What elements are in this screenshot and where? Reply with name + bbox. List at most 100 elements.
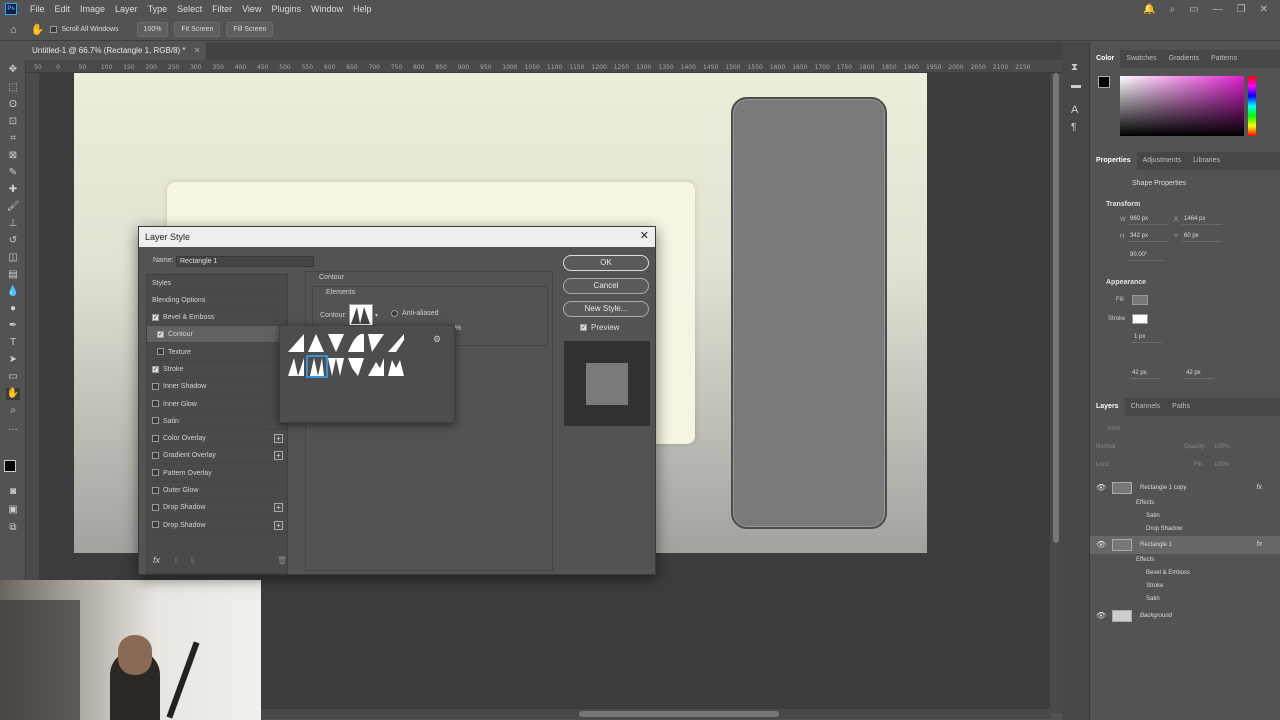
- kind-filter[interactable]: Kind: [1108, 426, 1120, 432]
- history-icon[interactable]: ⧗: [1071, 62, 1078, 73]
- type-tool-icon[interactable]: T: [6, 337, 20, 349]
- contour-preset-gaussian[interactable]: [388, 334, 404, 352]
- layer-effect-row[interactable]: Satin: [1090, 593, 1280, 606]
- visibility-eye-icon[interactable]: 👁: [1096, 536, 1106, 554]
- style-item-checkbox[interactable]: [152, 434, 159, 442]
- menu-view[interactable]: View: [237, 0, 266, 18]
- move-tool-icon[interactable]: ✥: [6, 64, 20, 76]
- style-item-checkbox[interactable]: [152, 417, 159, 425]
- quick-mask-icon[interactable]: ◙: [6, 486, 20, 498]
- style-item-contour[interactable]: ✓ Contour: [147, 326, 287, 344]
- delete-effect-icon[interactable]: 🗑: [277, 556, 287, 565]
- gradient-tool-icon[interactable]: ▤: [6, 269, 20, 281]
- style-item-checkbox[interactable]: [152, 400, 159, 408]
- x-field[interactable]: 1464 px: [1182, 214, 1222, 225]
- cancel-button[interactable]: Cancel: [563, 278, 649, 294]
- stroke-swatch[interactable]: [1132, 314, 1148, 324]
- menu-layer[interactable]: Layer: [110, 0, 143, 18]
- more-tools-icon[interactable]: …: [6, 422, 20, 434]
- add-effect-icon[interactable]: +: [274, 434, 283, 444]
- corner-radius-2-field[interactable]: 42 px: [1184, 368, 1214, 379]
- frame-tool-icon[interactable]: ⊠: [6, 150, 20, 162]
- tab-gradients[interactable]: Gradients: [1163, 50, 1205, 68]
- style-item-drop-shadow[interactable]: Drop Shadow +: [147, 499, 287, 517]
- paragraph-icon[interactable]: ¶: [1071, 122, 1076, 133]
- horizontal-scroll-thumb[interactable]: [579, 711, 779, 717]
- height-field[interactable]: 342 px: [1128, 231, 1168, 242]
- eraser-tool-icon[interactable]: ◫: [6, 252, 20, 264]
- workspace-icon[interactable]: ▭: [1189, 4, 1198, 15]
- style-item-checkbox[interactable]: ✓: [157, 330, 164, 338]
- history-brush-icon[interactable]: ↺: [6, 235, 20, 247]
- style-item-color-overlay[interactable]: Color Overlay +: [147, 430, 287, 448]
- style-item-checkbox[interactable]: [152, 486, 159, 494]
- tab-layers[interactable]: Layers: [1090, 398, 1125, 416]
- path-select-icon[interactable]: ➤: [6, 354, 20, 366]
- tab-color[interactable]: Color: [1090, 50, 1121, 68]
- search-icon[interactable]: ⌕: [1170, 4, 1176, 15]
- fill-swatch[interactable]: [1132, 295, 1148, 305]
- tab-swatches[interactable]: Swatches: [1120, 50, 1162, 68]
- marquee-tool-icon[interactable]: ⬚: [6, 82, 20, 94]
- visibility-eye-icon[interactable]: 👁: [1096, 606, 1106, 626]
- healing-brush-icon[interactable]: ✚: [6, 184, 20, 196]
- tab-adjustments[interactable]: Adjustments: [1137, 152, 1188, 170]
- style-item-stroke[interactable]: ✓ Stroke: [147, 361, 287, 378]
- pen-tool-icon[interactable]: ✒: [6, 320, 20, 332]
- contour-preset-cove-shallow[interactable]: [368, 334, 384, 352]
- close-tab-icon[interactable]: ✕: [194, 46, 201, 55]
- contour-preset-sawtooth[interactable]: [388, 360, 404, 376]
- dialog-title-bar[interactable]: Layer Style: [139, 227, 655, 247]
- layer-effect-row[interactable]: Bevel & Emboss: [1090, 567, 1280, 580]
- tab-paths[interactable]: Paths: [1166, 398, 1196, 416]
- contour-preview-thumbnail[interactable]: [349, 304, 373, 326]
- add-effect-icon[interactable]: +: [274, 503, 283, 513]
- home-icon[interactable]: ⌂: [10, 24, 17, 36]
- color-picker-field[interactable]: [1120, 76, 1244, 136]
- document-tab[interactable]: Untitled-1 @ 66.7% (Rectangle 1, RGB/8) …: [26, 42, 207, 60]
- fg-color-swatch[interactable]: [1098, 76, 1110, 88]
- contour-preset-ring-double[interactable]: [328, 358, 344, 376]
- contour-preset-cone[interactable]: [308, 334, 324, 352]
- stamp-tool-icon[interactable]: ⊥: [6, 218, 20, 230]
- style-item-satin[interactable]: Satin: [147, 413, 287, 430]
- hand-tool-icon[interactable]: ✋: [6, 388, 20, 400]
- style-item-pattern-overlay[interactable]: Pattern Overlay: [147, 465, 287, 482]
- share-icon[interactable]: ⧉: [6, 522, 20, 534]
- style-item-checkbox[interactable]: [152, 382, 159, 390]
- close-icon[interactable]: ✕: [1260, 4, 1268, 15]
- style-item-gradient-overlay[interactable]: Gradient Overlay +: [147, 447, 287, 465]
- layer-effect-row[interactable]: Effects: [1090, 554, 1280, 567]
- contour-preset-cone-inverted[interactable]: [328, 334, 344, 352]
- move-down-icon[interactable]: ⇩: [189, 556, 196, 565]
- contour-preset-cove-deep[interactable]: [348, 333, 364, 352]
- menu-plugins[interactable]: Plugins: [266, 0, 306, 18]
- layer-row[interactable]: 👁 Rectangle 1 fx: [1090, 536, 1280, 554]
- lasso-tool-icon[interactable]: ʘ: [6, 99, 20, 111]
- bell-icon[interactable]: 🔔: [1143, 4, 1155, 15]
- angle-field[interactable]: 90.00°: [1128, 250, 1164, 261]
- style-item-checkbox[interactable]: ✓: [152, 313, 159, 321]
- width-field[interactable]: 960 px: [1128, 214, 1168, 225]
- layer-effect-row[interactable]: Effects: [1090, 497, 1280, 510]
- tab-channels[interactable]: Channels: [1125, 398, 1167, 416]
- preview-checkbox[interactable]: ✓ Preview: [580, 323, 619, 332]
- style-item-bevel-emboss[interactable]: ✓ Bevel & Emboss: [147, 309, 287, 326]
- object-select-icon[interactable]: ⊡: [6, 116, 20, 128]
- new-style-button[interactable]: New Style...: [563, 301, 649, 317]
- vertical-scroll-thumb[interactable]: [1053, 73, 1059, 543]
- move-up-icon[interactable]: ⇧: [173, 556, 180, 565]
- style-item-checkbox[interactable]: ✓: [152, 365, 159, 373]
- contour-preset-rolling-slope[interactable]: [348, 358, 364, 376]
- zoom-tool-icon[interactable]: ⌕: [6, 405, 20, 417]
- eyedropper-icon[interactable]: ✎: [6, 167, 20, 179]
- scroll-all-checkbox[interactable]: Scroll All Windows: [50, 26, 119, 33]
- hue-slider[interactable]: [1248, 76, 1256, 136]
- foreground-color-swatch[interactable]: [4, 460, 16, 472]
- brush-tool-icon[interactable]: 🖌: [6, 201, 20, 213]
- menu-select[interactable]: Select: [172, 0, 207, 18]
- screen-mode-icon[interactable]: ▣: [6, 504, 20, 516]
- menu-image[interactable]: Image: [75, 0, 110, 18]
- zoom-button[interactable]: 100%: [136, 22, 169, 37]
- style-item-drop-shadow[interactable]: Drop Shadow +: [147, 517, 287, 534]
